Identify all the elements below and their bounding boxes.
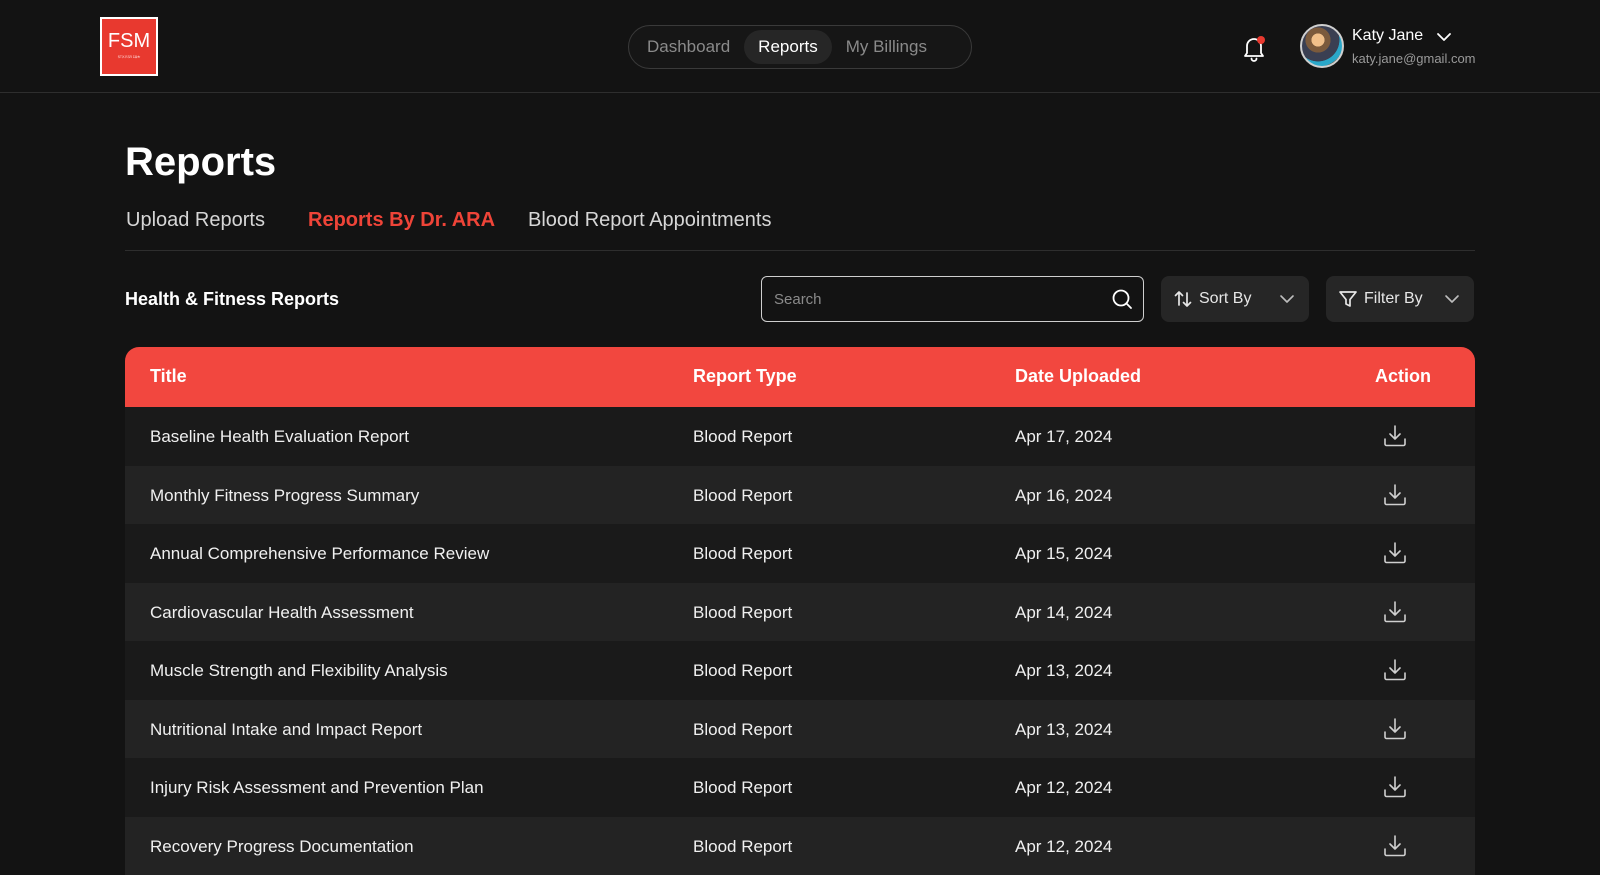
download-icon[interactable] xyxy=(1382,599,1408,625)
reports-table: Title Report Type Date Uploaded Action B… xyxy=(125,347,1475,875)
fsm-logo[interactable]: FSM ᎦᎢᎩᏁᏚᏒ ᏝᏜᎭ xyxy=(100,17,158,76)
column-header-report-type[interactable]: Report Type xyxy=(693,366,797,387)
sort-by-dropdown[interactable]: Sort By xyxy=(1161,276,1309,322)
table-row[interactable]: Recovery Progress Documentation Blood Rep… xyxy=(125,817,1475,875)
user-email: katy.jane@gmail.com xyxy=(1352,51,1476,66)
column-header-date-uploaded[interactable]: Date Uploaded xyxy=(1015,366,1141,387)
table-row[interactable]: Muscle Strength and Flexibility Analysis… xyxy=(125,641,1475,700)
column-header-action: Action xyxy=(1375,366,1431,387)
cell-date-uploaded: Apr 12, 2024 xyxy=(1015,778,1112,798)
tab-blood-report-appointments[interactable]: Blood Report Appointments xyxy=(528,209,772,232)
cell-date-uploaded: Apr 13, 2024 xyxy=(1015,720,1112,740)
download-icon[interactable] xyxy=(1382,833,1408,859)
download-icon[interactable] xyxy=(1382,657,1408,683)
table-header: Title Report Type Date Uploaded Action xyxy=(125,347,1475,407)
sort-by-label: Sort By xyxy=(1199,290,1251,308)
chevron-down-icon[interactable] xyxy=(1436,30,1452,44)
user-avatar[interactable] xyxy=(1300,24,1344,68)
table-row[interactable]: Monthly Fitness Progress Summary Blood Re… xyxy=(125,466,1475,525)
top-bar: FSM ᎦᎢᎩᏁᏚᏒ ᏝᏜᎭ Dashboard Reports My Bill… xyxy=(0,0,1600,93)
sort-icon xyxy=(1173,289,1193,309)
table-row[interactable]: Nutritional Intake and Impact Report Bloo… xyxy=(125,700,1475,759)
cell-date-uploaded: Apr 16, 2024 xyxy=(1015,486,1112,506)
cell-report-type: Blood Report xyxy=(693,661,792,681)
logo-text: FSM xyxy=(108,31,150,51)
notification-bell-icon[interactable] xyxy=(1240,33,1268,63)
nav-my-billings[interactable]: My Billings xyxy=(832,30,941,64)
cell-date-uploaded: Apr 13, 2024 xyxy=(1015,661,1112,681)
search-box xyxy=(761,276,1144,322)
cell-report-type: Blood Report xyxy=(693,427,792,447)
cell-title: Monthly Fitness Progress Summary xyxy=(150,486,419,506)
section-title: Health & Fitness Reports xyxy=(125,289,339,310)
cell-report-type: Blood Report xyxy=(693,837,792,857)
cell-date-uploaded: Apr 12, 2024 xyxy=(1015,837,1112,857)
filter-icon xyxy=(1338,289,1358,309)
table-row[interactable]: Injury Risk Assessment and Prevention Pl… xyxy=(125,758,1475,817)
search-icon[interactable] xyxy=(1111,288,1133,310)
cell-title: Injury Risk Assessment and Prevention Pl… xyxy=(150,778,484,798)
cell-title: Baseline Health Evaluation Report xyxy=(150,427,409,447)
nav-dashboard[interactable]: Dashboard xyxy=(633,30,744,64)
cell-date-uploaded: Apr 14, 2024 xyxy=(1015,603,1112,623)
download-icon[interactable] xyxy=(1382,482,1408,508)
tab-upload-reports[interactable]: Upload Reports xyxy=(126,209,265,232)
chevron-down-icon xyxy=(1444,292,1460,306)
cell-report-type: Blood Report xyxy=(693,603,792,623)
logo-tagline: ᎦᎢᎩᏁᏚᏒ ᏝᏜᎭ xyxy=(105,55,153,59)
cell-date-uploaded: Apr 17, 2024 xyxy=(1015,427,1112,447)
cell-date-uploaded: Apr 15, 2024 xyxy=(1015,544,1112,564)
download-icon[interactable] xyxy=(1382,716,1408,742)
cell-report-type: Blood Report xyxy=(693,778,792,798)
table-row[interactable]: Baseline Health Evaluation Report Blood R… xyxy=(125,407,1475,466)
cell-report-type: Blood Report xyxy=(693,486,792,506)
nav-reports[interactable]: Reports xyxy=(744,30,832,64)
column-header-title[interactable]: Title xyxy=(150,366,187,387)
cell-report-type: Blood Report xyxy=(693,720,792,740)
table-body: Baseline Health Evaluation Report Blood R… xyxy=(125,407,1475,875)
cell-title: Nutritional Intake and Impact Report xyxy=(150,720,422,740)
notification-dot xyxy=(1257,36,1265,44)
cell-report-type: Blood Report xyxy=(693,544,792,564)
user-name[interactable]: Katy Jane xyxy=(1352,27,1423,45)
report-tabs: Upload Reports Reports By Dr. ARA Blood … xyxy=(125,205,1475,251)
download-icon[interactable] xyxy=(1382,540,1408,566)
cell-title: Muscle Strength and Flexibility Analysis xyxy=(150,661,448,681)
page-title: Reports xyxy=(125,140,276,185)
filter-by-label: Filter By xyxy=(1364,290,1423,308)
cell-title: Recovery Progress Documentation xyxy=(150,837,414,857)
tab-reports-by-dr-ara[interactable]: Reports By Dr. ARA xyxy=(308,209,495,232)
main-nav: Dashboard Reports My Billings xyxy=(628,25,972,69)
cell-title: Annual Comprehensive Performance Review xyxy=(150,544,489,564)
filter-by-dropdown[interactable]: Filter By xyxy=(1326,276,1474,322)
cell-title: Cardiovascular Health Assessment xyxy=(150,603,414,623)
download-icon[interactable] xyxy=(1382,774,1408,800)
search-input[interactable] xyxy=(774,277,1094,321)
chevron-down-icon xyxy=(1279,292,1295,306)
table-row[interactable]: Annual Comprehensive Performance Review B… xyxy=(125,524,1475,583)
download-icon[interactable] xyxy=(1382,423,1408,449)
table-row[interactable]: Cardiovascular Health Assessment Blood Re… xyxy=(125,583,1475,642)
